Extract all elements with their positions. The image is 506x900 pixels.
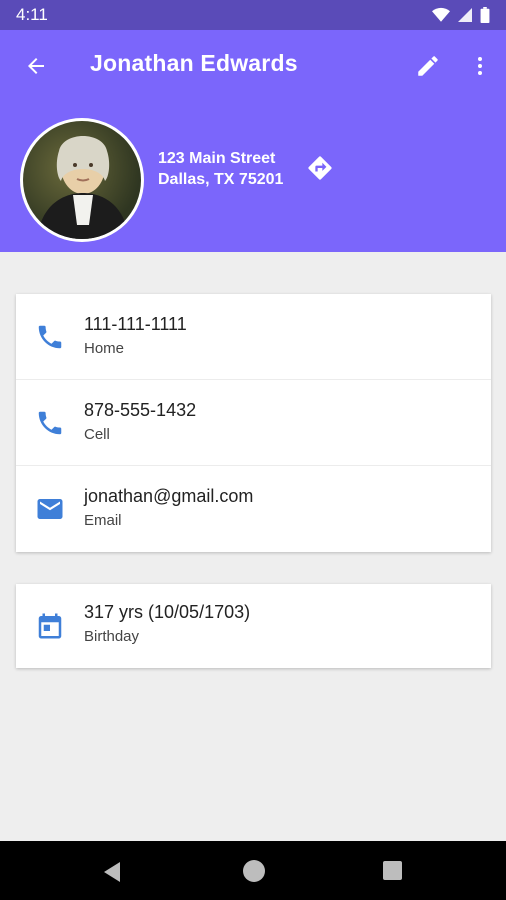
edit-button[interactable] [412,50,444,82]
more-options-button[interactable] [464,50,496,82]
back-button[interactable] [20,50,52,82]
nav-home-icon[interactable] [243,860,265,882]
phone-number: 111-111-1111 [84,314,187,334]
birthday-value: 317 yrs (10/05/1703) [84,602,251,622]
phone-icon [32,319,68,355]
avatar[interactable] [20,118,144,242]
phone-icon [32,405,68,441]
directions-button[interactable] [304,152,336,184]
list-item-phone-home[interactable]: 111-111-1111 Home [16,294,491,380]
address-line1: 123 Main Street [158,150,276,167]
signal-icon [458,8,472,22]
arrow-back-icon [28,58,44,74]
status-time: 4:11 [16,5,48,24]
avatar-image [23,121,141,239]
contact-info-card: 111-111-1111 Home 878-555-1432 Cell jona… [16,294,491,552]
list-item-phone-cell[interactable]: 878-555-1432 Cell [16,380,491,466]
birthday-label: Birthday [84,628,140,645]
app-bar: Jonathan Edwards [0,30,506,102]
birthday-card: 317 yrs (10/05/1703) Birthday [16,584,491,668]
list-item-email[interactable]: jonathan@gmail.com Email [16,466,491,552]
wifi-icon [432,7,450,22]
status-bar: 4:11 [0,0,506,30]
battery-icon [480,7,490,23]
address[interactable]: 123 Main Street Dallas, TX 75201 [158,148,283,190]
email-icon [32,491,68,527]
nav-back-icon[interactable] [100,859,126,885]
status-icons [432,7,490,23]
contact-header: Jonathan Edwards 123 Main Street Dallas,… [0,30,506,252]
address-line2: Dallas, TX 75201 [158,171,284,188]
calendar-icon [32,608,68,644]
phone-type-label: Cell [84,426,110,443]
portrait-image [37,136,129,239]
list-item-birthday[interactable]: 317 yrs (10/05/1703) Birthday [16,584,491,668]
page-title: Jonathan Edwards [90,50,298,76]
email-type-label: Email [84,512,122,529]
nav-recents-icon[interactable] [383,861,402,880]
phone-type-label: Home [84,340,125,357]
system-nav-bar [0,841,506,900]
directions-icon [308,156,332,180]
email-address: jonathan@gmail.com [84,486,254,506]
phone-number: 878-555-1432 [84,400,197,420]
more-vert-icon [478,57,482,75]
pencil-icon [418,56,438,76]
